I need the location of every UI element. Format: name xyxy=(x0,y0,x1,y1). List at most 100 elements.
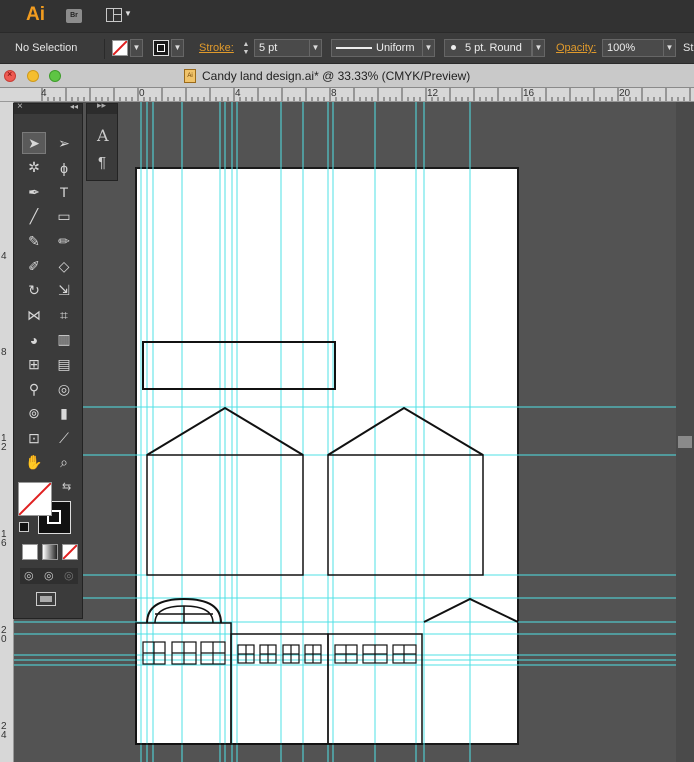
collapse-panel-icon[interactable]: ◂◂ xyxy=(70,102,78,111)
width-tool-icon[interactable]: ⋈ xyxy=(22,304,46,326)
fill-swatch[interactable] xyxy=(112,40,128,56)
hand-tool-icon[interactable]: ✋ xyxy=(22,452,46,474)
ruler-label: 1 6 xyxy=(1,529,7,549)
ruler-label: 16 xyxy=(523,88,535,99)
selection-status: No Selection xyxy=(15,42,78,54)
round-brush-icon xyxy=(451,45,456,50)
style-label[interactable]: St xyxy=(683,42,693,54)
document-tab[interactable]: × Ai Candy land design.ai* @ 33.33% (CMY… xyxy=(0,64,694,88)
stroke-profile-select[interactable]: Uniform xyxy=(331,39,423,57)
stroke-swatch[interactable] xyxy=(153,40,169,56)
shape-builder-tool-icon[interactable]: ◕ xyxy=(22,329,46,351)
character-paragraph-panel: ▸▸ A ¶ xyxy=(86,100,118,181)
chevron-down-icon[interactable]: ▼ xyxy=(124,9,132,18)
vertical-ruler[interactable]: 4 8 1 2 1 6 2 0 2 4 xyxy=(0,102,14,762)
artboard-tool-icon[interactable]: ⊡ xyxy=(22,427,46,449)
vertical-scrollbar[interactable] xyxy=(676,102,694,762)
document-title: Candy land design.ai* @ 33.33% (CMYK/Pre… xyxy=(202,69,471,83)
magic-wand-tool-icon[interactable]: ✲ xyxy=(22,157,46,179)
gradient-tool-icon[interactable]: ▤ xyxy=(52,353,76,375)
stroke-label[interactable]: Stroke: xyxy=(199,42,234,54)
uniform-line-icon xyxy=(336,47,372,49)
bridge-button[interactable]: Br xyxy=(66,9,82,23)
ai-file-icon: Ai xyxy=(184,69,196,83)
rotate-tool-icon[interactable]: ↻ xyxy=(22,280,46,302)
minimize-window-icon[interactable] xyxy=(27,70,39,82)
brush-dropdown[interactable]: ▼ xyxy=(532,39,545,57)
selection-tool-icon[interactable]: ➤ xyxy=(22,132,46,154)
column-graph-tool-icon[interactable]: ▮ xyxy=(52,403,76,425)
swap-fill-stroke-icon[interactable]: ⇆ xyxy=(62,480,71,493)
ruler-label: 1 2 xyxy=(1,433,7,453)
slice-tool-icon[interactable]: ⟋ xyxy=(52,427,76,449)
ruler-label: 4 xyxy=(235,88,241,99)
tools-panel: × ◂◂ ➤ ➢ ✲ ϕ ✒ T ╱ ▭ ✎ ✏ ✐ ◇ ↻ ⇲ ⋈ ⌗ ◕ ▥ ⊞ ▤ ⚲ ◎ ⊚ ▮ ⊡ ⟋ ✋ ⌕ ⇆ ◎ ◎ … xyxy=(13,101,83,619)
eraser-tool-icon[interactable]: ◇ xyxy=(52,255,76,277)
screen-mode-icon[interactable] xyxy=(36,592,56,606)
fill-color-box-front[interactable] xyxy=(18,482,52,516)
direct-selection-tool-icon[interactable]: ➢ xyxy=(52,132,76,154)
brush-select[interactable]: 5 pt. Round xyxy=(444,39,532,57)
ruler-label: 4 xyxy=(1,251,7,262)
maximize-window-icon[interactable] xyxy=(49,70,61,82)
ruler-label: 2 4 xyxy=(1,721,7,741)
rectangle-tool-icon[interactable]: ▭ xyxy=(52,206,76,228)
color-mode-icon[interactable] xyxy=(22,544,38,560)
scrollbar-thumb[interactable] xyxy=(678,436,692,448)
panel-header[interactable]: ▸▸ xyxy=(87,100,117,114)
type-tool-icon[interactable]: T xyxy=(52,181,76,203)
symbol-sprayer-tool-icon[interactable]: ⊚ xyxy=(22,403,46,425)
stroke-profile-value: Uniform xyxy=(376,42,415,54)
free-transform-tool-icon[interactable]: ⌗ xyxy=(52,304,76,326)
stroke-weight-input[interactable]: 5 pt xyxy=(254,39,310,57)
paintbrush-tool-icon[interactable]: ✎ xyxy=(22,230,46,252)
none-mode-icon[interactable] xyxy=(62,544,78,560)
artboard-canvas[interactable] xyxy=(14,102,676,762)
draw-behind-icon[interactable]: ◎ xyxy=(44,569,54,582)
blob-brush-tool-icon[interactable]: ✐ xyxy=(22,255,46,277)
ruler-label: 0 xyxy=(139,88,145,99)
ruler-label: 8 xyxy=(1,347,7,358)
draw-normal-icon[interactable]: ◎ xyxy=(24,569,34,582)
character-icon[interactable]: A xyxy=(97,126,109,145)
opacity-dropdown[interactable]: ▼ xyxy=(663,39,676,57)
none-fill-icon xyxy=(113,41,127,55)
blend-tool-icon[interactable]: ◎ xyxy=(52,378,76,400)
default-fill-stroke-icon[interactable] xyxy=(19,522,29,532)
draw-modes: ◎ ◎ ◎ xyxy=(20,568,78,584)
lasso-tool-icon[interactable]: ϕ xyxy=(52,157,76,179)
ruler-label: 12 xyxy=(427,88,439,99)
ruler-label: 2 0 xyxy=(1,625,7,645)
divider xyxy=(104,39,105,59)
pencil-tool-icon[interactable]: ✏ xyxy=(52,230,76,252)
mesh-tool-icon[interactable]: ⊞ xyxy=(22,353,46,375)
fill-dropdown[interactable]: ▼ xyxy=(130,39,143,57)
stroke-dropdown[interactable]: ▼ xyxy=(171,39,184,57)
ruler-label: 8 xyxy=(331,88,337,99)
line-segment-tool-icon[interactable]: ╱ xyxy=(22,206,46,228)
opacity-input[interactable]: 100% xyxy=(602,39,664,57)
stroke-weight-dropdown[interactable]: ▼ xyxy=(309,39,322,57)
none-fill-icon xyxy=(18,482,52,516)
close-window-icon[interactable]: × xyxy=(4,69,16,82)
stroke-stepper-icon[interactable]: ▲ ▼ xyxy=(240,41,252,57)
draw-inside-icon[interactable]: ◎ xyxy=(64,569,74,582)
arrange-documents-icon[interactable] xyxy=(106,8,122,22)
stroke-profile-dropdown[interactable]: ▼ xyxy=(422,39,435,57)
paragraph-icon[interactable]: ¶ xyxy=(98,154,106,171)
scale-tool-icon[interactable]: ⇲ xyxy=(52,280,76,302)
perspective-grid-tool-icon[interactable]: ▥ xyxy=(52,329,76,351)
brush-value: 5 pt. Round xyxy=(465,42,522,54)
pen-tool-icon[interactable]: ✒ xyxy=(22,181,46,203)
tools-panel-header[interactable]: × ◂◂ xyxy=(14,101,82,114)
artboard[interactable] xyxy=(135,167,519,745)
ruler-label: 4 xyxy=(41,88,47,99)
gradient-mode-icon[interactable] xyxy=(42,544,58,560)
eyedropper-tool-icon[interactable]: ⚲ xyxy=(22,378,46,400)
app-logo: Ai xyxy=(26,4,45,25)
close-panel-icon[interactable]: × xyxy=(17,101,23,112)
zoom-tool-icon[interactable]: ⌕ xyxy=(52,452,76,474)
opacity-label[interactable]: Opacity: xyxy=(556,42,596,54)
app-bar: Ai Br ▼ xyxy=(0,0,694,32)
ruler-label: 20 xyxy=(619,88,631,99)
